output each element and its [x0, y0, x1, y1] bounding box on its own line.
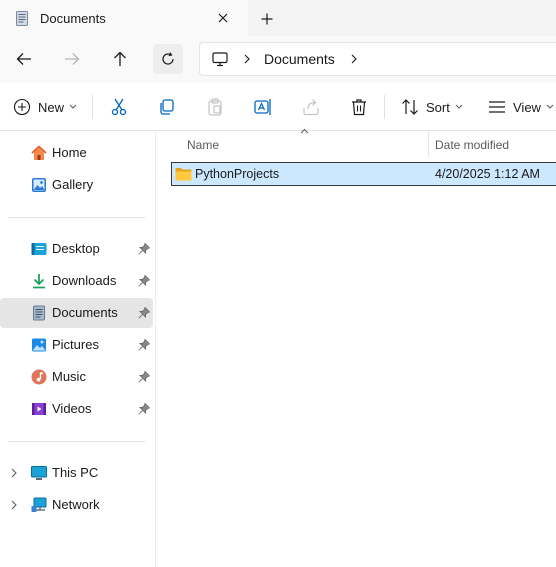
arrow-up-icon[interactable]: [105, 44, 135, 74]
chevron-right-icon[interactable]: [9, 468, 19, 478]
share-button[interactable]: [302, 95, 320, 119]
tab-title: Documents: [40, 10, 106, 26]
address-bar[interactable]: Documents: [199, 42, 556, 76]
folder-icon: [175, 168, 192, 181]
music-icon: [31, 369, 47, 385]
navigation-bar: Documents: [0, 36, 556, 83]
sidebar-item-home[interactable]: Home: [0, 138, 153, 168]
breadcrumb-documents[interactable]: Documents: [264, 51, 335, 67]
documents-icon: [33, 305, 45, 321]
sidebar-item-label: Desktop: [52, 241, 100, 256]
sidebar-item-label: Gallery: [52, 177, 94, 192]
pin-icon[interactable]: [138, 243, 150, 255]
sidebar-item-label: Pictures: [52, 337, 99, 352]
paste-icon: [208, 98, 222, 116]
arrow-right-icon[interactable]: [57, 44, 87, 74]
sidebar-item-label: Documents: [52, 305, 118, 320]
chevron-down-icon: [455, 104, 463, 109]
pin-icon[interactable]: [138, 275, 150, 287]
network-icon: [31, 497, 47, 512]
home-icon: [31, 145, 47, 160]
view-button[interactable]: View: [488, 95, 554, 119]
chevron-down-icon: [546, 104, 554, 109]
sidebar-item-network[interactable]: Network: [0, 490, 153, 520]
refresh-icon[interactable]: [153, 44, 183, 74]
delete-icon: [352, 99, 366, 116]
pin-icon[interactable]: [138, 307, 150, 319]
gallery-icon: [32, 178, 46, 192]
view-icon: [489, 101, 505, 113]
table-row[interactable]: PythonProjects 4/20/2025 1:12 AM: [171, 162, 556, 186]
copy-icon: [160, 99, 174, 115]
sidebar-item-label: Home: [52, 145, 87, 160]
sidebar-item-downloads[interactable]: Downloads: [0, 266, 153, 296]
paste-button[interactable]: [206, 95, 224, 119]
copy-button[interactable]: [158, 95, 176, 119]
tab-bar: Documents: [0, 0, 556, 36]
sidebar-item-gallery[interactable]: Gallery: [0, 170, 153, 200]
cut-icon: [111, 98, 127, 116]
tab-documents[interactable]: Documents: [0, 0, 248, 36]
this-pc-icon: [212, 52, 228, 67]
sidebar-item-videos[interactable]: Videos: [0, 394, 153, 424]
chevron-right-icon[interactable]: [9, 500, 19, 510]
pin-icon[interactable]: [138, 339, 150, 351]
videos-icon: [32, 403, 46, 415]
close-icon[interactable]: [214, 9, 232, 27]
desktop-icon: [31, 243, 47, 255]
chevron-right-icon[interactable]: [242, 54, 252, 64]
sidebar-item-pictures[interactable]: Pictures: [0, 330, 153, 360]
chevron-down-icon: [69, 104, 77, 109]
plus-icon[interactable]: [257, 9, 277, 29]
pin-icon[interactable]: [138, 403, 150, 415]
pictures-icon: [32, 338, 46, 352]
sort-ascending-icon: [300, 128, 309, 134]
command-bar: New Sort View: [0, 83, 556, 131]
downloads-icon: [33, 274, 45, 289]
sidebar-divider: [8, 441, 145, 442]
sidebar-item-label: This PC: [52, 465, 99, 480]
sort-icon: [402, 99, 418, 115]
sidebar-item-documents[interactable]: Documents: [0, 298, 153, 328]
delete-button[interactable]: [350, 95, 368, 119]
sidebar-item-label: Videos: [52, 401, 92, 416]
sidebar-item-label: Music: [52, 369, 86, 384]
sidebar-item-desktop[interactable]: Desktop: [0, 234, 153, 264]
rename-button[interactable]: [254, 95, 272, 119]
sort-label: Sort: [426, 99, 450, 115]
file-explorer-window: Documents Documents New Sort View Home G…: [0, 0, 556, 567]
rename-icon: [254, 99, 271, 115]
file-name: PythonProjects: [195, 167, 280, 181]
new-button[interactable]: New: [13, 95, 77, 119]
sidebar-item-label: Network: [52, 497, 100, 512]
cut-button[interactable]: [110, 95, 128, 119]
arrow-left-icon[interactable]: [9, 44, 39, 74]
toolbar-divider: [384, 95, 385, 119]
toolbar-divider: [92, 95, 93, 119]
new-label: New: [38, 99, 65, 115]
sidebar-divider: [8, 217, 145, 218]
navigation-pane: Home Gallery Desktop Downloads Documents…: [0, 131, 156, 567]
share-icon: [303, 99, 319, 116]
sidebar-item-label: Downloads: [52, 273, 117, 288]
chevron-right-icon[interactable]: [349, 54, 359, 64]
column-divider[interactable]: [428, 131, 429, 157]
document-icon: [16, 10, 28, 26]
plus-circle-icon: [13, 98, 31, 116]
sidebar-item-this-pc[interactable]: This PC: [0, 458, 153, 488]
view-label: View: [513, 99, 541, 115]
sidebar-item-music[interactable]: Music: [0, 362, 153, 392]
this-pc-icon: [31, 466, 47, 480]
pin-icon[interactable]: [138, 371, 150, 383]
file-list: Name Date modified PythonProjects 4/20/2…: [156, 128, 556, 567]
sort-button[interactable]: Sort: [401, 95, 463, 119]
file-date-modified: 4/20/2025 1:12 AM: [435, 167, 540, 181]
